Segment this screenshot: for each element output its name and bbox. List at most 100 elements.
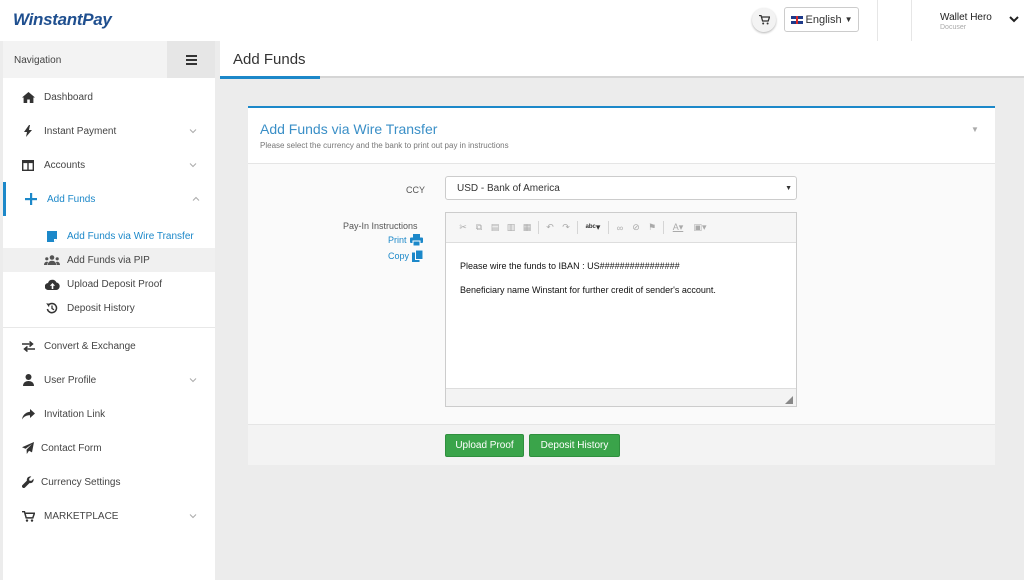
chevron-down-icon — [189, 163, 197, 168]
home-icon — [20, 89, 36, 105]
copy-icon — [412, 250, 424, 262]
sidebar-item-marketplace[interactable]: MARKETPLACE — [3, 499, 215, 533]
menu-toggle-button[interactable] — [167, 41, 215, 78]
bottom-border — [0, 580, 1024, 587]
rich-text-editor[interactable]: ✂ ⧉ ▤ ▥ ▦ ↶ ↷ ᵃᵇᶜ▾ ∞ ⊘ ⚑ A▾ ▣▾ Please wi… — [445, 212, 797, 407]
text-color-icon[interactable]: A▾ — [670, 222, 686, 234]
wire-transfer-panel: Add Funds via Wire Transfer Please selec… — [248, 106, 995, 465]
submenu-item-wire-transfer[interactable]: Add Funds via Wire Transfer — [3, 224, 215, 248]
sidebar-item-dashboard[interactable]: Dashboard — [3, 80, 215, 114]
spellcheck-icon[interactable]: ᵃᵇᶜ▾ — [584, 222, 602, 234]
paste-icon[interactable]: ▤ — [490, 222, 500, 234]
exchange-icon — [20, 338, 36, 354]
scrollbar-track[interactable] — [1024, 0, 1033, 587]
sidebar-item-instant-payment[interactable]: Instant Payment — [3, 114, 215, 148]
uk-flag-icon — [790, 15, 803, 24]
copy-icon[interactable]: ⧉ — [474, 222, 484, 234]
chevron-down-icon[interactable] — [1008, 13, 1020, 25]
app-logo[interactable]: WinstantPay — [13, 10, 112, 30]
redo-icon[interactable]: ↷ — [561, 222, 571, 234]
wrench-icon — [20, 474, 36, 490]
divider — [877, 0, 878, 41]
sidebar-item-label: Currency Settings — [41, 476, 121, 488]
page-header: Add Funds — [220, 41, 1024, 79]
user-name[interactable]: Wallet Hero — [940, 12, 992, 23]
cart-button[interactable] — [752, 8, 776, 32]
submenu-item-label: Add Funds via Wire Transfer — [67, 230, 194, 242]
users-icon — [44, 253, 60, 267]
cart-icon — [20, 508, 36, 524]
note-icon — [44, 229, 60, 243]
editor-line-beneficiary: Beneficiary name Winstant for further cr… — [460, 285, 716, 295]
toolbar-separator — [663, 221, 664, 234]
undo-icon[interactable]: ↶ — [545, 222, 555, 234]
panel-header: Add Funds via Wire Transfer Please selec… — [248, 108, 995, 164]
ccy-selected-value: USD - Bank of America — [457, 182, 560, 194]
bolt-icon — [20, 123, 36, 139]
panel-footer: Upload Proof Deposit History — [248, 424, 995, 465]
sidebar-item-label: User Profile — [44, 374, 97, 386]
chevron-up-icon — [192, 196, 200, 201]
toolbar-separator — [577, 221, 578, 234]
share-icon — [20, 406, 36, 422]
sidebar-item-user-profile[interactable]: User Profile — [3, 363, 215, 397]
paper-plane-icon — [20, 440, 36, 456]
language-dropdown[interactable]: English ▼ — [784, 7, 859, 32]
paste-text-icon[interactable]: ▥ — [506, 222, 516, 234]
submenu-item-label: Add Funds via PIP — [67, 254, 150, 266]
link-icon[interactable]: ∞ — [615, 222, 625, 234]
sidebar-item-currency-settings[interactable]: Currency Settings — [3, 465, 215, 499]
sidebar-item-label: MARKETPLACE — [44, 510, 119, 522]
sidebar-item-convert-exchange[interactable]: Convert & Exchange — [3, 329, 215, 363]
cart-icon — [758, 15, 770, 25]
sidebar-header: Navigation — [3, 41, 215, 78]
editor-toolbar: ✂ ⧉ ▤ ▥ ▦ ↶ ↷ ᵃᵇᶜ▾ ∞ ⊘ ⚑ A▾ ▣▾ — [446, 213, 796, 243]
user-role: Docuser — [940, 24, 967, 31]
sidebar-item-label: Instant Payment — [44, 125, 117, 137]
collapse-caret-icon[interactable]: ▼ — [971, 125, 979, 134]
anchor-flag-icon[interactable]: ⚑ — [647, 222, 657, 234]
sidebar-item-label: Accounts — [44, 159, 86, 171]
top-bar: WinstantPay English ▼ Wallet Hero Docuse… — [0, 0, 1024, 41]
submenu-item-pip[interactable]: Add Funds via PIP — [3, 248, 215, 272]
deposit-history-button[interactable]: Deposit History — [529, 434, 620, 457]
sidebar-item-label: Invitation Link — [44, 408, 106, 420]
pay-in-instructions-label: Pay-In Instructions — [343, 221, 418, 231]
print-icon — [409, 234, 423, 246]
sidebar-title: Navigation — [14, 55, 62, 66]
sidebar-item-invitation-link[interactable]: Invitation Link — [3, 397, 215, 431]
unlink-icon[interactable]: ⊘ — [631, 222, 641, 234]
ccy-select[interactable]: USD - Bank of America ▼ — [445, 176, 797, 200]
submenu-item-deposit-history[interactable]: Deposit History — [3, 296, 215, 320]
sidebar-item-contact-form[interactable]: Contact Form — [3, 431, 215, 465]
sidebar-item-add-funds[interactable]: Add Funds — [3, 182, 215, 216]
paste-word-icon[interactable]: ▦ — [522, 222, 532, 234]
sidebar-item-label: Add Funds — [47, 193, 96, 205]
toolbar-separator — [538, 221, 539, 234]
sidebar: Navigation Dashboard Instant Payment Acc… — [3, 41, 215, 580]
caret-down-icon: ▼ — [785, 185, 792, 192]
active-tab-indicator — [220, 76, 320, 79]
submenu-item-label: Deposit History — [67, 302, 135, 314]
background-color-icon[interactable]: ▣▾ — [692, 222, 708, 234]
divider — [3, 327, 215, 328]
sidebar-item-accounts[interactable]: Accounts — [3, 148, 215, 182]
editor-line-iban: Please wire the funds to IBAN : US######… — [460, 261, 680, 271]
plus-icon — [23, 191, 39, 207]
toolbar-separator — [608, 221, 609, 234]
hamburger-icon — [185, 54, 197, 65]
editor-content[interactable]: Please wire the funds to IBAN : US######… — [460, 260, 716, 308]
cut-icon[interactable]: ✂ — [458, 222, 468, 234]
upload-proof-button[interactable]: Upload Proof — [445, 434, 524, 457]
editor-status-bar — [446, 388, 796, 406]
resize-handle-icon[interactable] — [785, 396, 793, 404]
copy-link[interactable]: Copy — [388, 250, 424, 262]
submenu-item-upload-deposit-proof[interactable]: Upload Deposit Proof — [3, 272, 215, 296]
sidebar-item-label: Convert & Exchange — [44, 340, 136, 352]
print-link[interactable]: Print — [388, 234, 423, 246]
chevron-down-icon — [189, 129, 197, 134]
divider — [911, 0, 912, 41]
sidebar-item-label: Dashboard — [44, 91, 93, 103]
submenu-item-label: Upload Deposit Proof — [67, 278, 163, 290]
panel-title: Add Funds via Wire Transfer — [260, 121, 438, 137]
